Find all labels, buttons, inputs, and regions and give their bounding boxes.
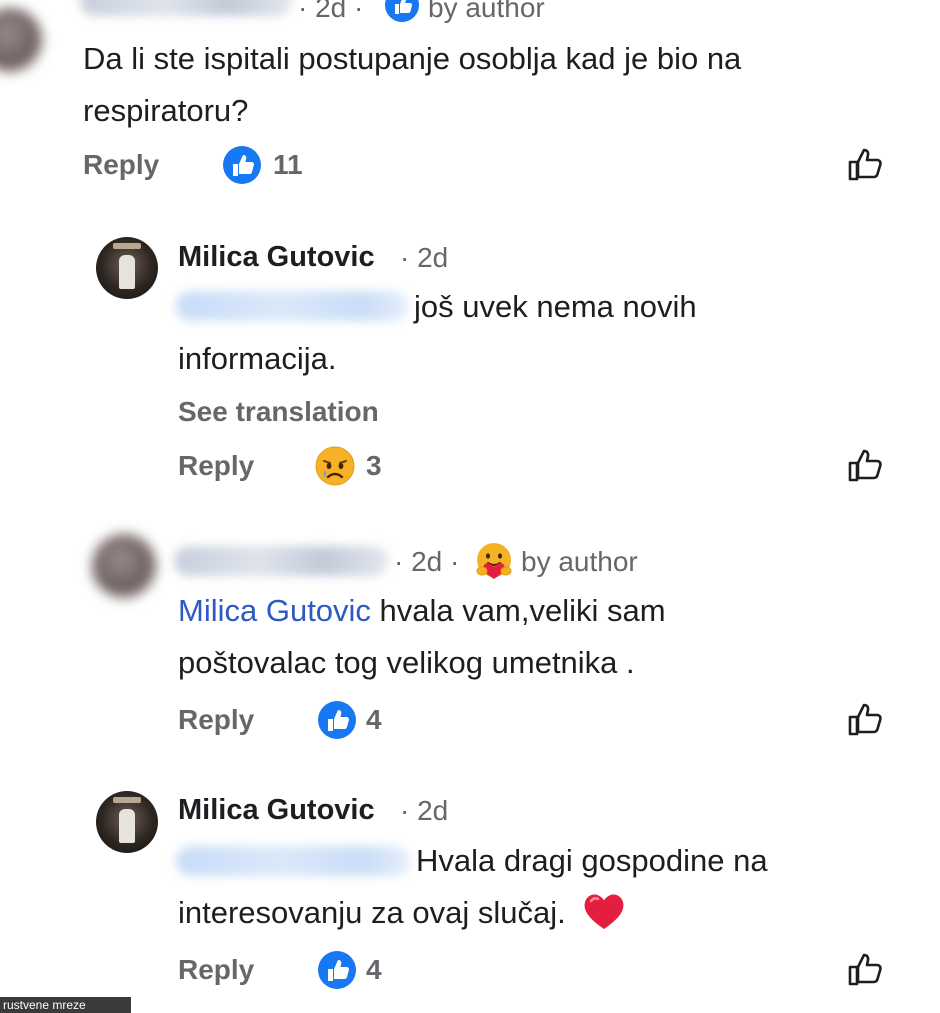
reply-button[interactable]: Reply — [83, 149, 159, 181]
commenter-name-redacted[interactable] — [80, 0, 292, 16]
like-reaction-icon[interactable] — [317, 950, 357, 990]
heart-emoji-icon — [584, 894, 624, 929]
author-name[interactable]: Milica Gutovic — [178, 241, 375, 274]
commenter-name-redacted[interactable] — [174, 546, 388, 576]
comment-text-line1: Milica Gutovic hvala vam,veliki sam — [178, 585, 666, 637]
author-badge: by author — [428, 0, 545, 23]
reply-button[interactable]: Reply — [178, 704, 254, 736]
comment-text-line1: Hvala dragi gospodine na — [416, 843, 768, 878]
like-reaction-icon[interactable] — [222, 145, 262, 185]
mention-redacted[interactable] — [176, 846, 410, 876]
comment-text-line1: još uvek nema novih — [414, 289, 697, 324]
comment-time: · 2d — [400, 795, 449, 826]
reaction-count[interactable]: 11 — [273, 149, 303, 181]
author-name[interactable]: Milica Gutovic — [178, 794, 375, 827]
mention-redacted[interactable] — [176, 291, 408, 321]
comment-text-part: interesovanju za ovaj slučaj. — [178, 895, 566, 930]
avatar[interactable] — [96, 237, 158, 299]
reaction-count[interactable]: 3 — [366, 450, 382, 482]
watermark: rustvene mreze — [0, 997, 131, 1013]
like-button-icon[interactable] — [846, 700, 886, 740]
comment-text-line2: poštovalac tog velikog umetnika . — [178, 645, 635, 680]
like-button-icon[interactable] — [846, 446, 886, 486]
comment-time: · 2d — [400, 242, 449, 273]
comment-text: Da li ste ispitali postupanje osoblja ka… — [83, 41, 742, 128]
comment-text-rest: hvala vam,veliki sam — [370, 593, 666, 628]
reaction-count[interactable]: 4 — [366, 704, 382, 736]
comment-text-line2: informacija. — [178, 341, 337, 376]
comment-text-line2: interesovanju za ovaj slučaj. — [178, 887, 626, 939]
like-reaction-icon[interactable] — [317, 700, 357, 740]
sad-reaction-icon[interactable] — [315, 446, 355, 486]
see-translation-link[interactable]: See translation — [178, 396, 379, 428]
comment-time: · 2d · — [298, 0, 364, 23]
comment-time: · 2d · — [394, 546, 460, 577]
avatar[interactable] — [96, 791, 158, 853]
reply-button[interactable]: Reply — [178, 954, 254, 986]
like-button-icon[interactable] — [846, 145, 886, 185]
care-reaction-badge-icon — [476, 543, 512, 579]
commenter-avatar[interactable] — [92, 534, 156, 598]
reply-button[interactable]: Reply — [178, 450, 254, 482]
commenter-avatar[interactable] — [0, 8, 42, 72]
like-button-icon[interactable] — [846, 950, 886, 990]
like-badge-icon — [385, 0, 419, 22]
reaction-count[interactable]: 4 — [366, 954, 382, 986]
author-badge: by author — [521, 546, 638, 577]
mention-link[interactable]: Milica Gutovic — [178, 593, 371, 628]
